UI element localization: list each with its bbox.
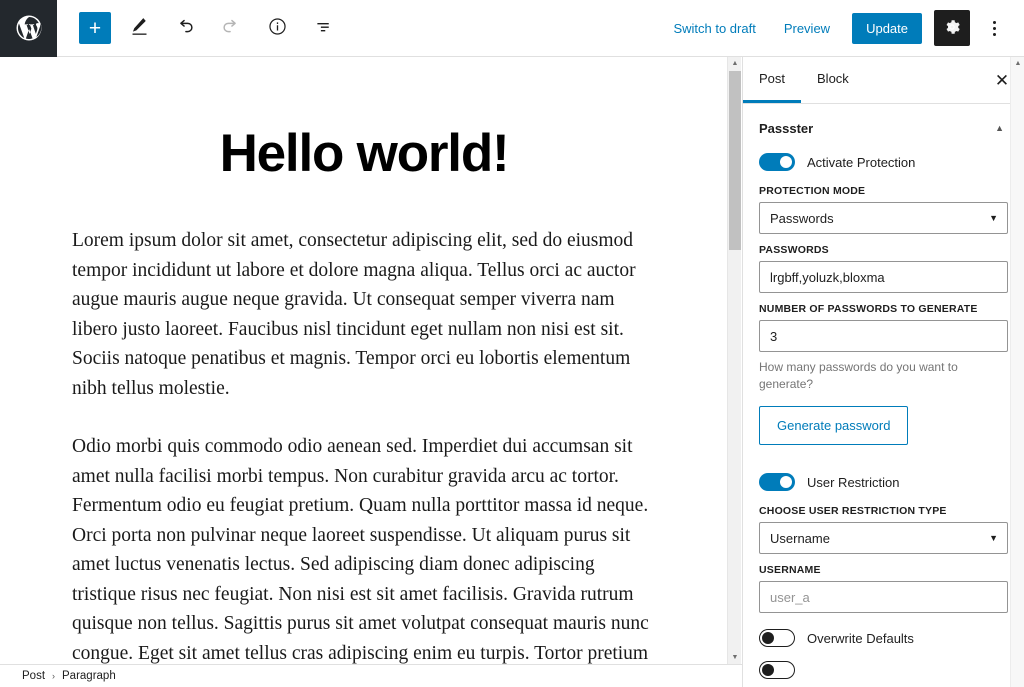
- list-view-icon: [313, 16, 334, 40]
- number-of-passwords-label: NUMBER OF PASSWORDS TO GENERATE: [759, 303, 978, 315]
- scroll-up-arrow-icon[interactable]: ▲: [728, 57, 742, 70]
- editor-content-wrapper: Hello world! Lorem ipsum dolor sit amet,…: [0, 124, 728, 664]
- username-label: USERNAME: [759, 564, 821, 576]
- details-button[interactable]: [259, 10, 295, 46]
- editor-canvas[interactable]: Hello world! Lorem ipsum dolor sit amet,…: [0, 57, 728, 664]
- username-input[interactable]: [759, 581, 1008, 613]
- plus-icon: +: [88, 16, 102, 40]
- sidebar-tabs: Post Block ✕: [743, 57, 1024, 104]
- next-setting-toggle[interactable]: [759, 661, 795, 679]
- number-of-passwords-help: How many passwords do you want to genera…: [759, 360, 958, 391]
- sidebar-scrollbar[interactable]: ▲: [1010, 57, 1024, 687]
- toolbar-left-group: +: [57, 0, 341, 57]
- number-of-passwords-input[interactable]: [759, 320, 1008, 352]
- gear-icon: [943, 18, 961, 39]
- editor-toolbar: + Switch to draft Preview Update: [0, 0, 1024, 57]
- user-restriction-label: User Restriction: [807, 474, 900, 490]
- breadcrumb: Post › Paragraph: [0, 664, 742, 687]
- post-title-block[interactable]: Hello world!: [72, 124, 656, 183]
- breadcrumb-item-paragraph[interactable]: Paragraph: [62, 670, 116, 682]
- switch-to-draft-button[interactable]: Switch to draft: [661, 15, 767, 42]
- paragraph-block[interactable]: Lorem ipsum dolor sit amet, consectetur …: [72, 226, 656, 403]
- undo-button[interactable]: [167, 10, 203, 46]
- breadcrumb-separator-icon: ›: [52, 671, 56, 681]
- update-button[interactable]: Update: [852, 12, 922, 44]
- scroll-up-arrow-icon[interactable]: ▲: [1011, 57, 1024, 70]
- toggle-knob: [762, 632, 774, 644]
- restriction-type-label: CHOOSE USER RESTRICTION TYPE: [759, 505, 947, 517]
- editor-scrollbar-thumb[interactable]: [729, 71, 741, 250]
- scroll-down-arrow-icon[interactable]: ▼: [728, 651, 742, 664]
- toggle-knob: [780, 476, 792, 488]
- paragraph-block[interactable]: Odio morbi quis commodo odio aenean sed.…: [72, 432, 656, 664]
- restriction-type-select[interactable]: Username: [759, 522, 1008, 554]
- passwords-label: PASSWORDS: [759, 244, 829, 256]
- overwrite-defaults-row: Overwrite Defaults: [759, 629, 1008, 647]
- info-circle-icon: [267, 16, 288, 40]
- panel-title: Passster: [759, 121, 814, 136]
- breadcrumb-item-post[interactable]: Post: [22, 670, 45, 682]
- options-menu-button[interactable]: [976, 10, 1012, 46]
- activate-protection-toggle[interactable]: [759, 153, 795, 171]
- activate-protection-row: Activate Protection: [759, 153, 1008, 171]
- settings-sidebar: Post Block ✕ Passster ▲ Activate Protect…: [742, 57, 1024, 687]
- chevron-up-icon[interactable]: ▲: [991, 120, 1008, 137]
- user-restriction-toggle[interactable]: [759, 473, 795, 491]
- protection-mode-select-wrap: Passwords ▼: [759, 202, 1008, 234]
- kebab-menu-icon: [992, 20, 996, 36]
- toggle-knob: [762, 664, 774, 676]
- redo-button[interactable]: [213, 10, 249, 46]
- list-view-button[interactable]: [305, 10, 341, 46]
- editor-scrollbar[interactable]: ▲ ▼: [727, 57, 741, 664]
- activate-protection-label: Activate Protection: [807, 154, 916, 170]
- editor-app: + Switch to draft Preview Update Hello w…: [0, 0, 1024, 687]
- tab-post[interactable]: Post: [743, 57, 802, 103]
- tab-block[interactable]: Block: [801, 57, 865, 103]
- add-block-button[interactable]: +: [79, 12, 111, 44]
- redo-arrow-icon: [220, 16, 242, 41]
- settings-button[interactable]: [934, 10, 970, 46]
- overwrite-defaults-toggle[interactable]: [759, 629, 795, 647]
- user-restriction-row: User Restriction: [759, 473, 1008, 491]
- protection-mode-select[interactable]: Passwords: [759, 202, 1008, 234]
- preview-button[interactable]: Preview: [772, 15, 842, 42]
- undo-arrow-icon: [174, 16, 196, 41]
- pencil-edit-icon: [129, 16, 150, 40]
- passster-panel-body: Activate Protection PROTECTION MODE Pass…: [743, 153, 1024, 687]
- protection-mode-label: PROTECTION MODE: [759, 185, 866, 197]
- restriction-type-select-wrap: Username ▼: [759, 522, 1008, 554]
- next-toggle-row-partial: [759, 661, 1008, 679]
- toggle-knob: [780, 156, 792, 168]
- generate-password-button[interactable]: Generate password: [759, 406, 909, 445]
- wordpress-logo-icon[interactable]: [0, 0, 57, 57]
- close-icon: ✕: [994, 70, 1010, 90]
- passster-panel-header[interactable]: Passster ▲: [743, 104, 1024, 147]
- passwords-input[interactable]: [759, 261, 1008, 293]
- tools-button[interactable]: [121, 10, 157, 46]
- post-content-blocks: Lorem ipsum dolor sit amet, consectetur …: [72, 226, 656, 664]
- overwrite-defaults-label: Overwrite Defaults: [807, 630, 914, 646]
- toolbar-right-group: Switch to draft Preview Update: [661, 0, 1024, 57]
